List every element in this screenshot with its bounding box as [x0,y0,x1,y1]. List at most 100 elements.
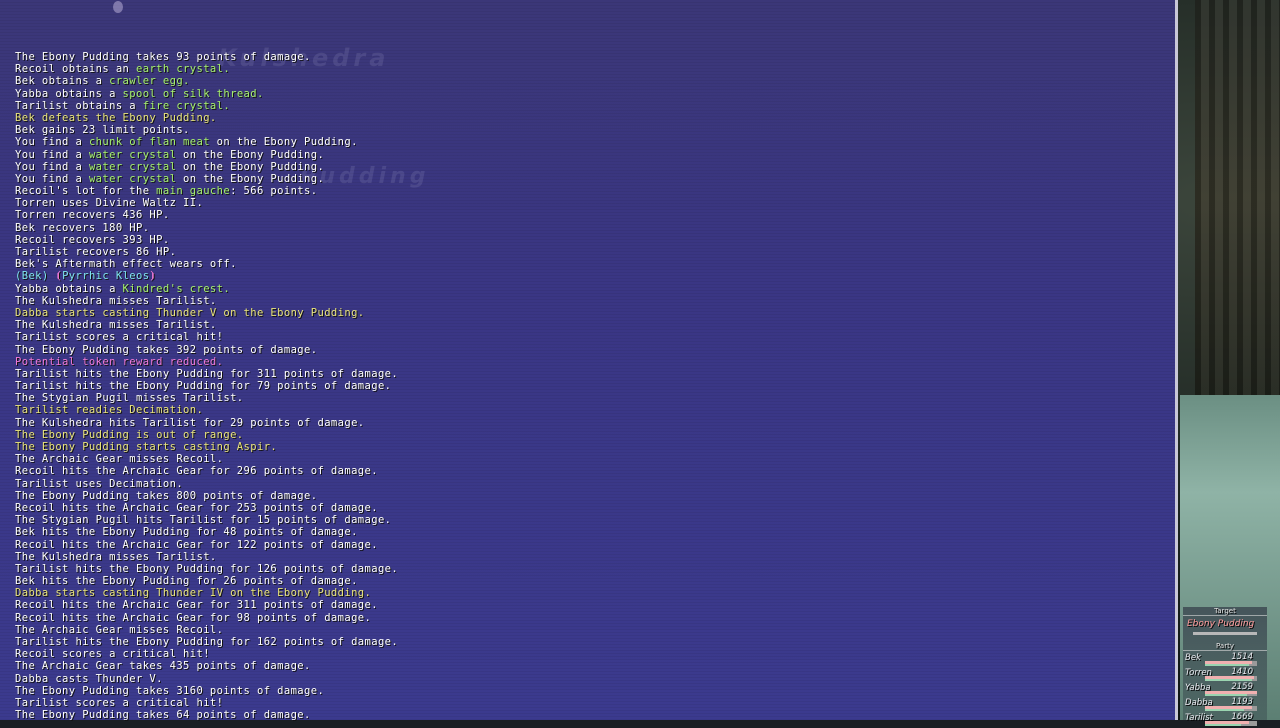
chat-log-segment: water crystal [88,148,177,161]
chat-log-line: Torren uses Divine Waltz II. [15,197,398,209]
chat-log-line: You find a water crystal on the Ebony Pu… [15,149,398,161]
chat-log-line: Tarilist obtains a fire crystal. [15,100,398,112]
chat-log-segment: The Ebony Pudding takes 392 points of da… [15,343,318,356]
chat-log-line: The Ebony Pudding takes 3160 points of d… [15,685,398,697]
chat-log-line: Recoil obtains an earth crystal. [15,63,398,75]
chat-log-segment: on the Ebony Pudding. [176,160,325,173]
chat-log-segment: Dabba casts Thunder V. [15,672,163,685]
chat-log-line: The Archaic Gear misses Recoil. [15,453,398,465]
target-hp-bar [1193,632,1257,635]
chat-log-line: Bek defeats the Ebony Pudding. [15,112,398,124]
chat-log-segment: Tarilist recovers 86 HP. [15,246,177,258]
chat-log-segment: The Stygian Pugil hits Tarilist for 15 p… [15,514,392,527]
chat-log-segment: Torren uses Divine Waltz II. [15,197,204,210]
chat-log-window[interactable]: Kulshedra Pudding The Ebony Pudding take… [0,0,1178,721]
chat-log-segment: Recoil hits the Archaic Gear for 98 poin… [15,611,372,624]
chat-log-segment: Tarilist scores a critical hit! [15,696,224,709]
chat-log-line: The Ebony Pudding is out of range. [15,429,398,441]
chat-log-segment: Bek recovers 180 HP. [15,221,150,234]
party-member-torren[interactable]: Torren 1410 [1183,667,1267,683]
chat-log-line: The Kulshedra misses Tarilist. [15,295,398,307]
party-member-tarilist[interactable]: Tarilist 1669 [1183,712,1267,728]
party-member-mp-bar [1205,709,1257,711]
chat-log-segment: Tarilist scores a critical hit! [15,331,224,344]
chat-log-line: Tarilist scores a critical hit! [15,697,398,709]
chat-log-segment: The Kulshedra misses Tarilist. [15,319,217,332]
chat-log-segment: Yabba obtains a [15,282,123,295]
chat-log-segment: Recoil hits the Archaic Gear for 122 poi… [15,538,378,551]
chat-log-line: Tarilist hits the Ebony Pudding for 126 … [15,563,398,575]
chat-log-line: Bek hits the Ebony Pudding for 48 points… [15,526,398,538]
chat-log-line: Torren recovers 436 HP. [15,209,398,221]
chat-log-lines: The Ebony Pudding takes 93 points of dam… [15,51,398,721]
chat-log-segment: You find a [15,136,89,149]
chat-log-segment: The Ebony Pudding takes 800 points of da… [15,489,318,502]
chat-log-line: Recoil recovers 393 HP. [15,234,398,246]
stone-pillar [1195,0,1280,395]
chat-log-segment: You find a [15,160,89,173]
chat-log-segment: You find a [15,172,89,185]
chat-log-segment: spool of silk thread. [122,87,264,100]
chat-log-line: Yabba obtains a Kindred's crest. [15,283,398,295]
chat-log-line: The Ebony Pudding takes 800 points of da… [15,490,398,502]
chat-log-segment: The Archaic Gear misses Recoil. [15,453,224,466]
chat-log-segment: Bek obtains a [15,75,110,88]
chat-log-segment: water crystal [88,172,177,185]
chat-log-segment: (Bek) [15,270,56,283]
chat-log-line: Tarilist hits the Ebony Pudding for 162 … [15,636,398,648]
chat-log-line: The Ebony Pudding takes 93 points of dam… [15,51,398,63]
chat-log-line: You find a chunk of flan meat on the Ebo… [15,136,398,148]
chat-log-segment: main gauche [156,185,231,198]
chat-log-segment: Dabba starts casting Thunder V on the Eb… [15,306,365,319]
chat-log-segment: Recoil recovers 393 HP. [15,233,170,246]
scroll-indicator[interactable] [113,1,123,13]
chat-log-line: Bek recovers 180 HP. [15,222,398,234]
chat-log-segment: Tarilist hits the Ebony Pudding for 311 … [15,367,399,380]
chat-log-segment: The Ebony Pudding takes 64 points of dam… [15,709,311,722]
chat-log-line: The Kulshedra hits Tarilist for 29 point… [15,417,398,429]
chat-log-line: Tarilist hits the Ebony Pudding for 311 … [15,368,398,380]
chat-log-line: You find a water crystal on the Ebony Pu… [15,173,398,185]
chat-log-line: Dabba starts casting Thunder V on the Eb… [15,307,398,319]
chat-log-segment: Recoil scores a critical hit! [15,648,210,661]
chat-log-segment: Tarilist hits the Ebony Pudding for 126 … [15,562,399,575]
chat-log-line: Recoil hits the Archaic Gear for 98 poin… [15,612,398,624]
chat-log-segment: The Ebony Pudding takes 3160 points of d… [15,684,325,697]
chat-log-segment: The Kulshedra hits Tarilist for 29 point… [15,416,365,429]
chat-log-segment: on the Ebony Pudding. [209,136,358,149]
chat-log-segment: fire crystal. [142,99,231,112]
chat-log-line: Recoil hits the Archaic Gear for 253 poi… [15,502,398,514]
chat-log-segment: You find a [15,148,89,161]
chat-log-segment: Recoil hits the Archaic Gear for 311 poi… [15,599,378,612]
target-name[interactable]: Ebony Pudding [1187,619,1254,629]
chat-log-line: Bek gains 23 limit points. [15,124,398,136]
chat-log-segment: The Ebony Pudding starts casting Aspir. [15,441,278,453]
chat-log-line: The Archaic Gear takes 435 points of dam… [15,660,398,672]
party-member-yabba[interactable]: Yabba 2159 [1183,682,1267,698]
chat-log-segment: Recoil hits the Archaic Gear for 296 poi… [15,465,378,478]
chat-log-line: The Archaic Gear misses Recoil. [15,624,398,636]
chat-log-segment: Tarilist hits the Ebony Pudding for 162 … [15,636,399,648]
chat-log-line: Tarilist hits the Ebony Pudding for 79 p… [15,380,398,392]
chat-log-segment: Tarilist readies Decimation. [15,404,204,417]
chat-log-segment: The Kulshedra misses Tarilist. [15,550,217,563]
chat-log-segment: crawler egg. [109,75,190,88]
party-label: Party [1183,642,1267,651]
chat-log-segment: Bek's Aftermath effect wears off. [15,258,237,271]
chat-log-line: Recoil hits the Archaic Gear for 122 poi… [15,539,398,551]
chat-log-line: Tarilist recovers 86 HP. [15,246,398,258]
chat-log-line: Tarilist uses Decimation. [15,478,398,490]
chat-log-line: The Kulshedra misses Tarilist. [15,551,398,563]
chat-log-segment: : 566 points. [230,185,318,198]
chat-log-segment: Kindred's crest. [122,282,231,295]
chat-log-segment: water crystal [88,160,177,173]
party-member-mp-bar [1205,694,1257,696]
chat-log-segment: Tarilist hits the Ebony Pudding for 79 p… [15,380,392,393]
chat-log-line: Tarilist scores a critical hit! [15,331,398,343]
chat-log-line: Recoil hits the Archaic Gear for 296 poi… [15,465,398,477]
chat-log-line: The Stygian Pugil hits Tarilist for 15 p… [15,514,398,526]
target-label: Target [1183,607,1267,616]
party-member-bek[interactable]: Bek 1514 [1183,652,1267,668]
party-member-mp-bar [1205,679,1257,681]
party-member-dabba[interactable]: Dabba 1193 [1183,697,1267,713]
